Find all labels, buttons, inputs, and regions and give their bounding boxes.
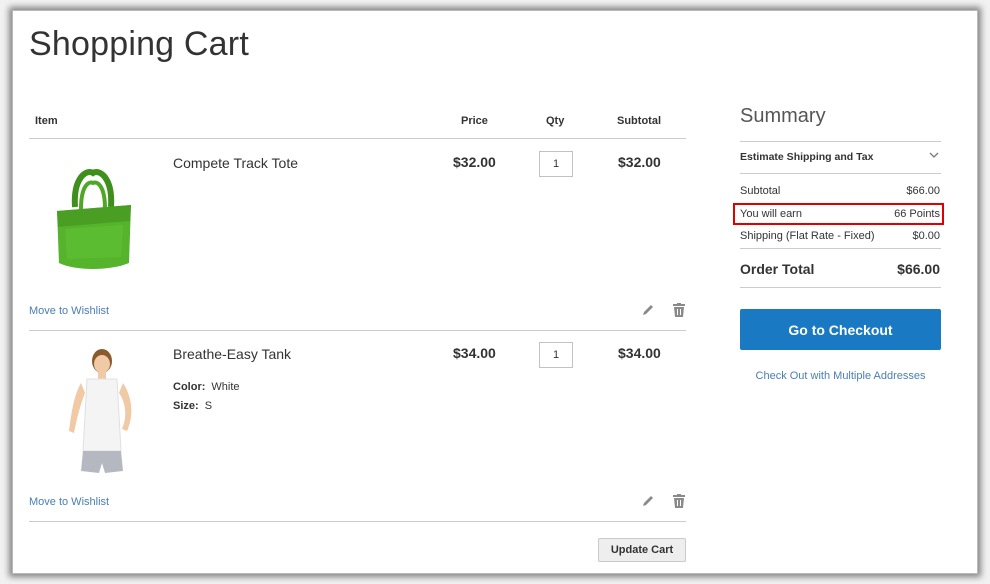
row-divider [29, 330, 686, 331]
reward-points-highlight [733, 203, 944, 225]
move-to-wishlist-link[interactable]: Move to Wishlist [29, 496, 109, 508]
move-to-wishlist-link[interactable]: Move to Wishlist [29, 305, 109, 317]
summary-divider [740, 287, 941, 288]
option-size: Size: S [173, 400, 212, 412]
chevron-down-icon [928, 151, 940, 161]
summary-title: Summary [740, 105, 826, 127]
order-total-value: $66.00 [897, 261, 940, 277]
subtotal-row: Subtotal $66.00 [740, 185, 940, 197]
edit-pencil-icon[interactable] [641, 494, 655, 508]
summary-divider [740, 248, 941, 249]
column-header-price: Price [461, 115, 488, 127]
subtotal-value: $66.00 [906, 185, 940, 197]
page-title: Shopping Cart [29, 25, 249, 63]
item-subtotal: $34.00 [618, 345, 661, 361]
option-value: White [211, 381, 240, 393]
shipping-label: Shipping (Flat Rate - Fixed) [740, 230, 875, 242]
multi-address-checkout-link[interactable]: Check Out with Multiple Addresses [740, 370, 941, 382]
summary-divider [740, 173, 941, 174]
header-divider [29, 138, 686, 139]
option-value: S [204, 400, 213, 412]
row-divider [29, 521, 686, 522]
column-header-qty: Qty [546, 115, 565, 127]
option-label: Size: [173, 400, 199, 412]
qty-input[interactable]: 1 [539, 342, 573, 368]
trash-icon[interactable] [673, 303, 685, 317]
column-header-item: Item [35, 115, 58, 127]
edit-pencil-icon[interactable] [641, 303, 655, 317]
item-price: $32.00 [453, 154, 496, 170]
woman-tank-top-photo[interactable] [65, 347, 141, 477]
product-name-link[interactable]: Breathe-Easy Tank [173, 346, 291, 362]
page-frame: Shopping Cart Item Price Qty Subtotal Co… [12, 10, 978, 574]
estimate-shipping-toggle[interactable]: Estimate Shipping and Tax [740, 151, 940, 163]
shipping-row: Shipping (Flat Rate - Fixed) $0.00 [740, 230, 940, 242]
subtotal-label: Subtotal [740, 185, 781, 197]
qty-input[interactable]: 1 [539, 151, 573, 177]
option-label: Color: [173, 381, 206, 393]
product-name-link[interactable]: Compete Track Tote [173, 155, 298, 171]
green-tote-bag-icon[interactable] [51, 167, 137, 273]
item-price: $34.00 [453, 345, 496, 361]
update-cart-button[interactable]: Update Cart [598, 538, 686, 562]
estimate-shipping-label: Estimate Shipping and Tax [740, 151, 874, 163]
go-to-checkout-button[interactable]: Go to Checkout [740, 309, 941, 350]
item-subtotal: $32.00 [618, 154, 661, 170]
shipping-value: $0.00 [912, 230, 940, 242]
column-header-subtotal: Subtotal [617, 115, 661, 127]
order-total-label: Order Total [740, 261, 815, 277]
summary-divider [740, 141, 941, 142]
trash-icon[interactable] [673, 494, 685, 508]
order-total-row: Order Total $66.00 [740, 261, 940, 277]
option-color: Color: White [173, 381, 240, 393]
